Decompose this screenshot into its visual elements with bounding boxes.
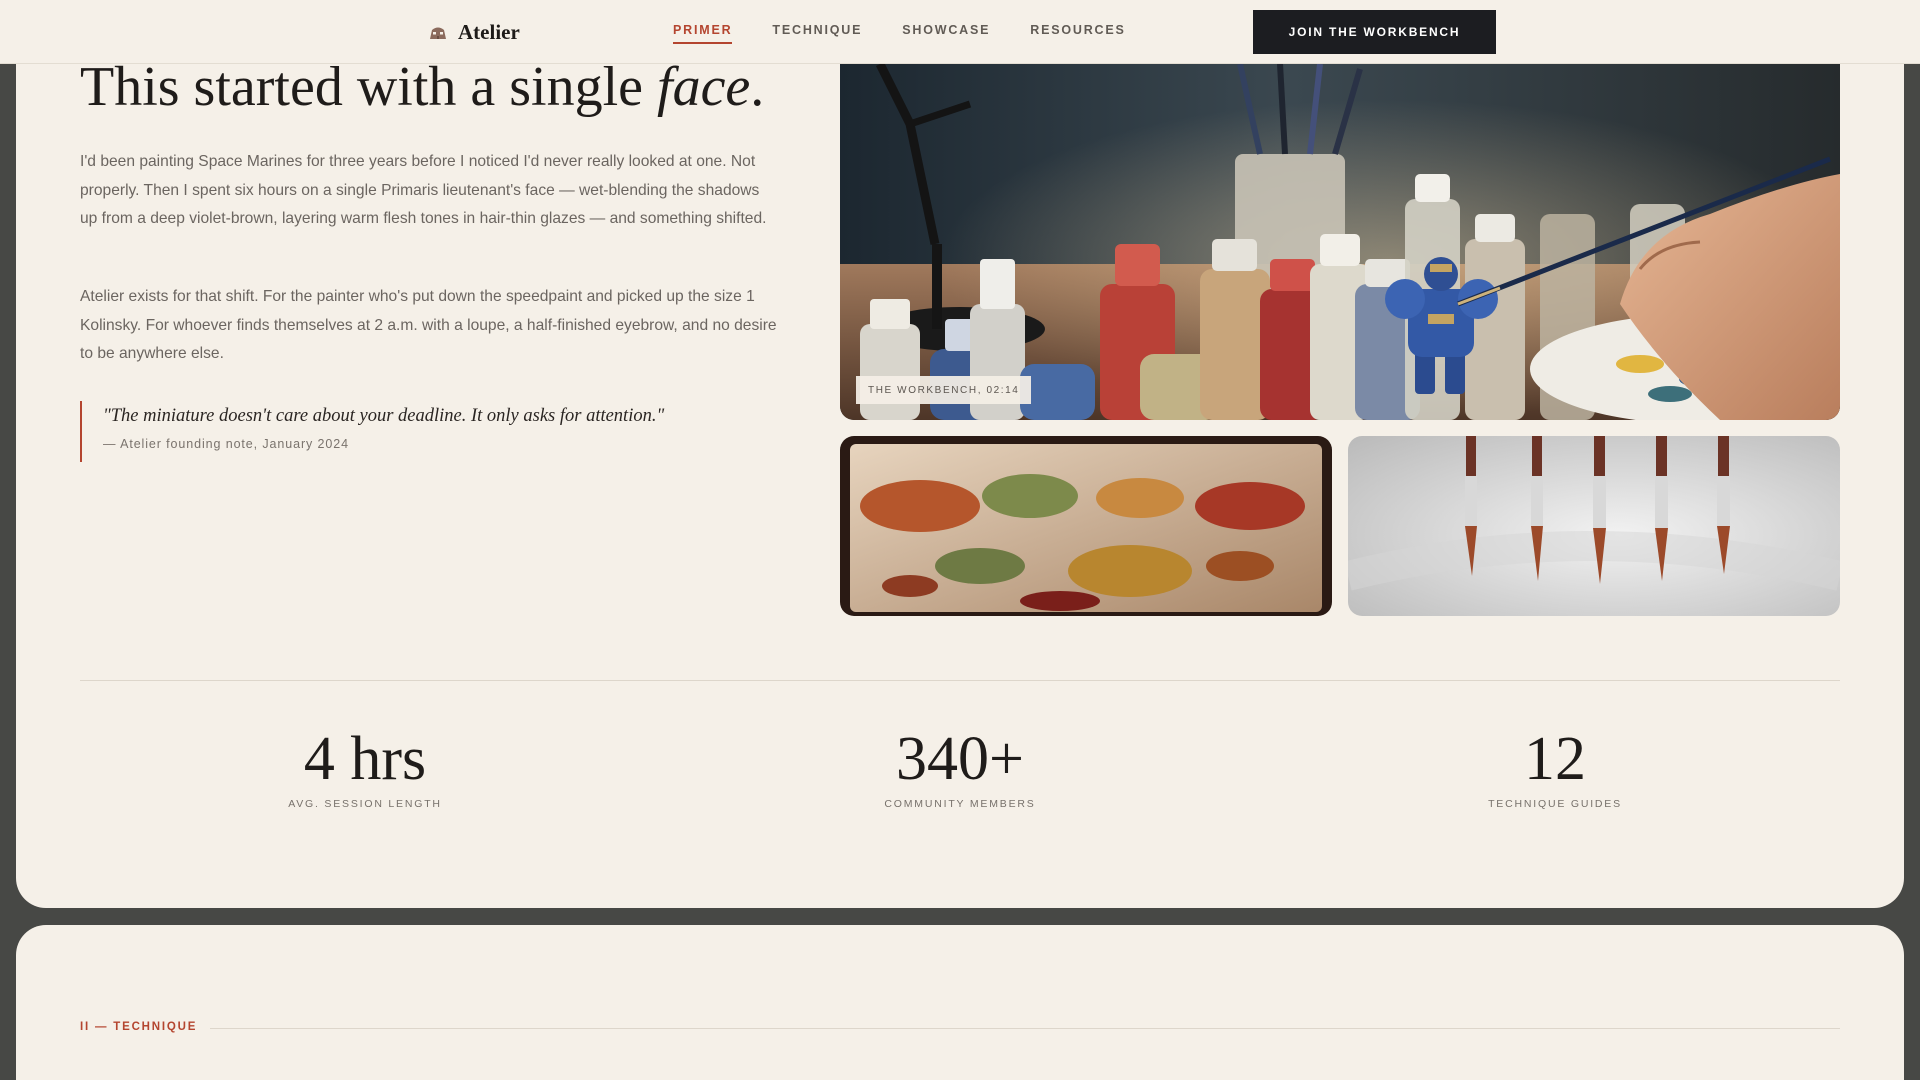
palette-illustration	[840, 436, 1332, 616]
stat-community-members: 340+ COMMUNITY MEMBERS	[810, 725, 1110, 810]
brushes-photo	[1348, 436, 1840, 616]
wet-palette-photo	[840, 436, 1332, 616]
technique-panel	[16, 925, 1904, 1080]
stat-label: TECHNIQUE GUIDES	[1488, 798, 1622, 811]
stat-value: 340+	[896, 725, 1024, 793]
main-nav: PRIMER TECHNIQUE SHOWCASE RESOURCES	[673, 23, 1166, 44]
intro-paragraph: I'd been painting Space Marines for thre…	[80, 153, 767, 228]
brushes-illustration	[1348, 436, 1840, 616]
stat-technique-guides: 12 TECHNIQUE GUIDES	[1405, 725, 1705, 810]
nav-resources[interactable]: RESOURCES	[1030, 23, 1125, 44]
section-label-technique: II — TECHNIQUE	[80, 1021, 198, 1033]
founding-quote: "The miniature doesn't care about your d…	[80, 401, 720, 462]
stat-value: 4 hrs	[303, 725, 427, 793]
quote-text: "The miniature doesn't care about your d…	[103, 406, 665, 426]
miniature-bust-icon	[430, 27, 446, 39]
join-workbench-button[interactable]: JOIN THE WORKBENCH	[1253, 10, 1496, 54]
stat-label: COMMUNITY MEMBERS	[884, 798, 1036, 811]
headline-tail: .	[750, 56, 765, 118]
nav-primer[interactable]: PRIMER	[673, 23, 733, 44]
stats-divider	[80, 680, 1840, 681]
workbench-illustration	[840, 64, 1840, 420]
mission-paragraph: Atelier exists for that shift. For the p…	[80, 288, 777, 363]
brand-logo[interactable]: Atelier	[428, 20, 520, 45]
stat-session-length: 4 hrs AVG. SESSION LENGTH	[215, 725, 515, 810]
nav-showcase[interactable]: SHOWCASE	[902, 23, 990, 44]
quote-citation: — Atelier founding note, January 2024	[103, 437, 349, 451]
nav-technique[interactable]: TECHNIQUE	[772, 23, 862, 44]
stat-label: AVG. SESSION LENGTH	[288, 798, 442, 811]
site-header: Atelier PRIMER TECHNIQUE SHOWCASE RESOUR…	[0, 0, 1920, 64]
headline-lead: This started with a single	[80, 56, 658, 118]
page-title: This started with a single face.	[80, 56, 840, 119]
headline-emphasis: face	[657, 56, 751, 118]
section-divider	[210, 1028, 1840, 1029]
photo-caption: THE WORKBENCH, 02:14	[856, 376, 1032, 404]
stat-value: 12	[1524, 725, 1586, 793]
workbench-photo: THE WORKBENCH, 02:14	[840, 64, 1840, 420]
brand-name: Atelier	[458, 20, 520, 44]
